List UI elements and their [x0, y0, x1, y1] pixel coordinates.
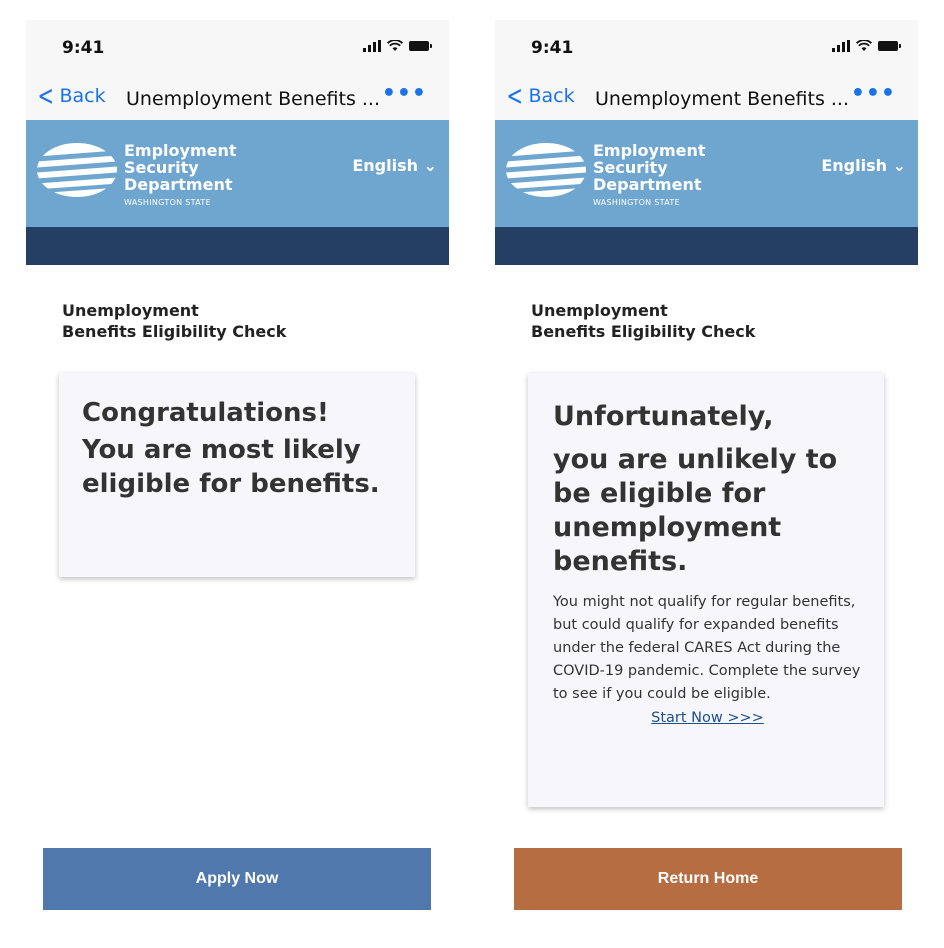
back-button[interactable]: < Back [34, 79, 106, 112]
battery-icon [409, 41, 432, 51]
status-bar: 9:41 [495, 20, 918, 76]
result-card: Congratulations! You are most likely eli… [59, 373, 415, 577]
phone-screen-eligible: 9:41 < Back Unemployment Benefits ... ••… [26, 20, 449, 948]
nav-title: Unemployment Benefits ... [126, 88, 381, 110]
more-options-icon[interactable]: ••• [851, 81, 896, 106]
esd-logo-icon [36, 143, 118, 197]
status-icons [363, 40, 432, 52]
back-button[interactable]: < Back [503, 79, 575, 112]
apply-now-button[interactable]: Apply Now [43, 848, 431, 910]
return-home-button[interactable]: Return Home [514, 848, 902, 910]
result-explanation: You might not qualify for regular benefi… [553, 594, 861, 702]
browser-nav-bar: < Back Unemployment Benefits ... ••• [26, 76, 449, 120]
wifi-icon [856, 40, 872, 51]
result-message: you are unlikely to be eligible for unem… [553, 444, 838, 577]
agency-header: Employment Security Department WASHINGTO… [26, 120, 449, 227]
page-title: Unemployment Benefits Eligibility Check [531, 301, 756, 341]
agency-header: Employment Security Department WASHINGTO… [495, 120, 918, 227]
nav-title: Unemployment Benefits ... [595, 88, 850, 110]
battery-icon [878, 41, 901, 51]
status-time: 9:41 [531, 38, 574, 58]
esd-logo-icon [505, 143, 587, 197]
agency-name: Employment Security Department WASHINGTO… [124, 141, 237, 207]
chevron-left-icon: < [506, 79, 523, 112]
status-bar: 9:41 [26, 20, 449, 76]
chevron-left-icon: < [37, 79, 54, 112]
back-label: Back [59, 85, 106, 107]
result-message: You are most likely eligible for benefit… [82, 435, 380, 499]
signal-icon [363, 40, 381, 52]
result-heading: Congratulations! [82, 398, 329, 428]
page-title: Unemployment Benefits Eligibility Check [62, 301, 287, 341]
signal-icon [832, 40, 850, 52]
language-selector[interactable]: English ⌄ [352, 156, 437, 175]
browser-nav-bar: < Back Unemployment Benefits ... ••• [495, 76, 918, 120]
language-selector[interactable]: English ⌄ [821, 156, 906, 175]
back-label: Back [528, 85, 575, 107]
phone-screen-ineligible: 9:41 < Back Unemployment Benefits ... ••… [495, 20, 918, 948]
status-icons [832, 40, 901, 52]
start-now-link[interactable]: Start Now >>> [553, 710, 862, 726]
header-band [26, 227, 449, 265]
wifi-icon [387, 40, 403, 51]
result-heading: Unfortunately, [553, 401, 774, 432]
more-options-icon[interactable]: ••• [382, 81, 427, 106]
status-time: 9:41 [62, 38, 105, 58]
result-card: Unfortunately, you are unlikely to be el… [528, 373, 884, 807]
agency-name: Employment Security Department WASHINGTO… [593, 141, 706, 207]
header-band [495, 227, 918, 265]
